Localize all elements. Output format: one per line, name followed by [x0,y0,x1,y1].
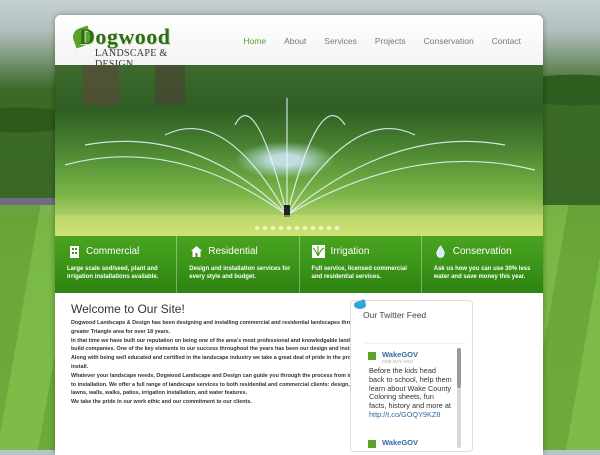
main-nav: Home About Services Projects Conservatio… [243,36,521,46]
feature-title: Residential [208,245,258,257]
paragraph: Dogwood Landscape & Design has been desi… [71,320,380,335]
sprinkler-icon [312,244,326,258]
feature-title: Conservation [452,245,512,257]
nav-services[interactable]: Services [324,36,357,46]
feature-title: Irrigation [330,245,370,257]
header: Dogwood LANDSCAPE & DESIGN Home About Se… [55,15,543,70]
tweet-text: Before the kids head back to school, hel… [369,366,453,420]
feature-conservation[interactable]: Conservation Ask us how you can use 30% … [420,236,543,293]
twitter-feed-title: Our Twitter Feed [363,310,427,320]
scrollbar-thumb[interactable] [457,348,461,388]
tweet-username[interactable]: WakeGOV [382,350,418,359]
sprinkler-spray-image [55,97,543,236]
feature-desc: Large scale sod/seed, plant and irrigati… [67,266,159,280]
nav-conservation[interactable]: Conservation [424,36,474,46]
house-icon [189,244,203,258]
twitter-feed-widget: Our Twitter Feed WakeGOV ONE DAY AGO Bef… [350,297,473,452]
feature-residential[interactable]: Residential Design and installation serv… [176,236,298,293]
nav-home[interactable]: Home [243,36,266,46]
tweet-list[interactable]: WakeGOV ONE DAY AGO Before the kids head… [365,343,465,449]
water-drop-icon [434,244,448,258]
tweet-username[interactable]: WakeGOV [382,438,418,447]
paragraph: In that time we have built our reputatio… [71,337,388,370]
tweet-link[interactable]: http://t.co/GOQY9KZ8 [369,410,440,419]
nav-projects[interactable]: Projects [375,36,406,46]
logo[interactable]: Dogwood LANDSCAPE & DESIGN [70,24,203,70]
tweet-time: ONE DAY AGO [382,359,413,364]
avatar[interactable] [368,352,376,360]
building-icon [67,244,81,258]
feature-commercial[interactable]: Commercial Large scale sod/seed, plant a… [55,236,176,293]
feature-desc: Design and installation services for eve… [189,266,291,280]
feature-title: Commercial [86,245,140,257]
nav-about[interactable]: About [284,36,306,46]
nav-contact[interactable]: Contact [492,36,521,46]
avatar[interactable] [368,440,376,448]
paragraph: Whatever your landscape needs, Dogwood L… [71,372,384,397]
feature-desc: Ask us how you can use 30% less water an… [433,266,531,280]
hero-banner [55,65,543,236]
feature-irrigation[interactable]: Irrigation Full service, licensed commer… [298,236,421,293]
tweet-body: Before the kids head back to school, hel… [369,366,452,411]
feature-bar: Commercial Large scale sod/seed, plant a… [55,236,543,293]
slider-dots[interactable] [255,226,339,230]
twitter-bird-icon [353,297,367,309]
paragraph: We take the pride in our work ethic and … [71,399,252,406]
welcome-text: Dogwood Landscape & Design has been desi… [71,319,389,407]
logo-title: Dogwood [79,24,171,49]
feature-desc: Full service, licensed commercial and re… [311,266,407,280]
